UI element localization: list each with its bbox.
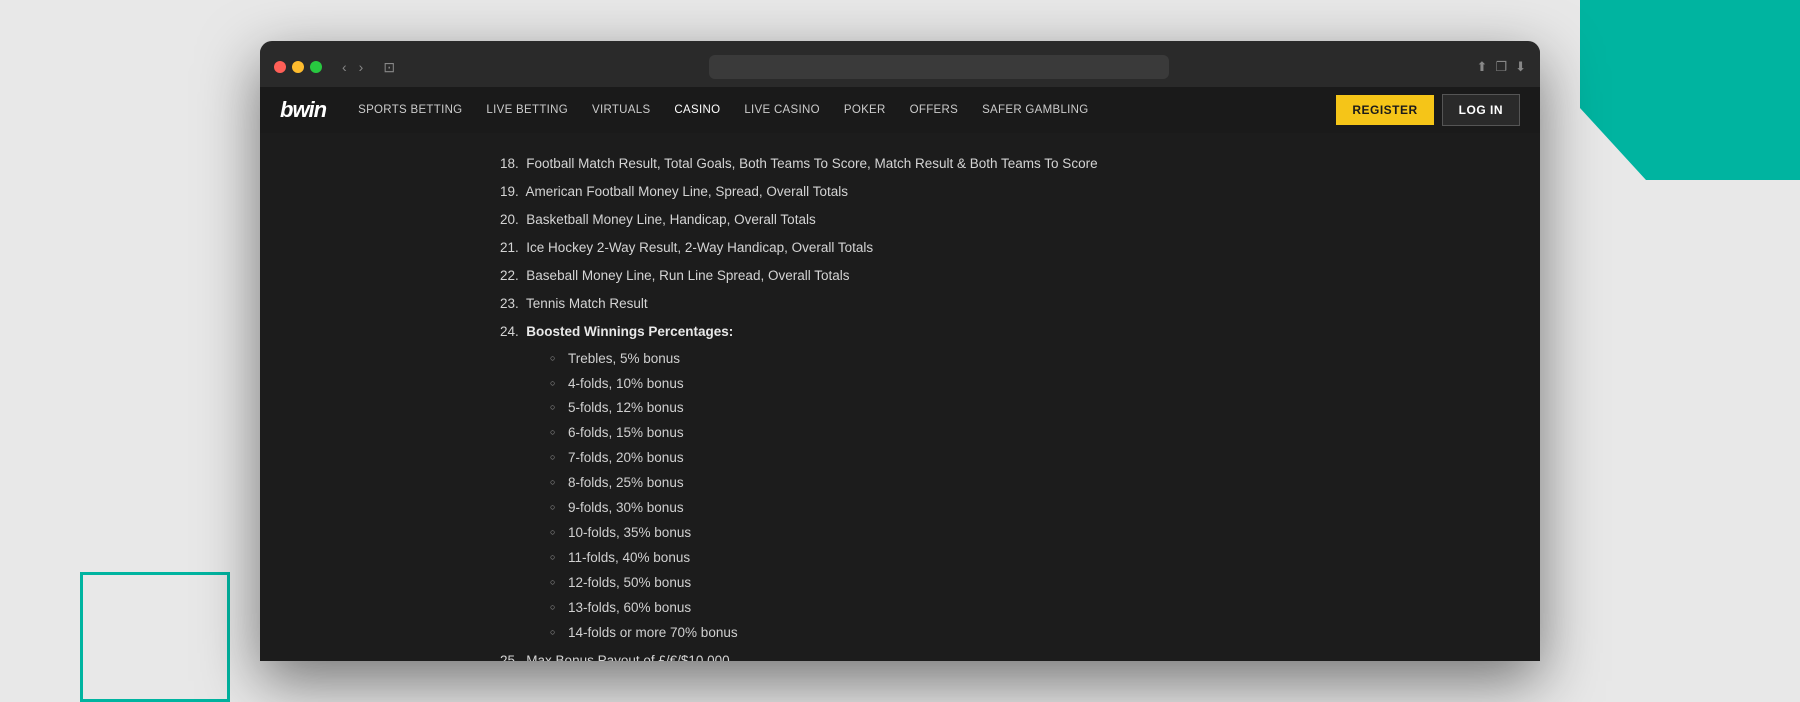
left-sidebar xyxy=(260,133,460,661)
sub-item-9folds: 9-folds, 30% bonus xyxy=(550,497,1420,520)
browser-chrome: ‹ › ⊡ ⬆ ❐ ⬇ bwin SPORTS BETTING LIVE BET… xyxy=(260,41,1540,661)
sub-item-4folds: 4-folds, 10% bonus xyxy=(550,373,1420,396)
share-icon[interactable]: ⬆ xyxy=(1477,59,1488,75)
nav-sports-betting[interactable]: SPORTS BETTING xyxy=(346,104,474,116)
nav-links: SPORTS BETTING LIVE BETTING VIRTUALS CAS… xyxy=(346,104,1336,116)
item-24-num: 24. xyxy=(500,324,523,339)
duplicate-icon[interactable]: ❐ xyxy=(1495,59,1507,75)
item-19-num: 19. xyxy=(500,184,523,199)
browser-title-bar: ‹ › ⊡ ⬆ ❐ ⬇ xyxy=(260,49,1540,87)
nav-live-betting[interactable]: LIVE BETTING xyxy=(474,104,580,116)
item-19-text: American Football Money Line, Spread, Ov… xyxy=(526,184,848,199)
item-24-bold: Boosted Winnings Percentages: xyxy=(526,324,733,339)
boosted-winnings-list: Trebles, 5% bonus 4-folds, 10% bonus 5-f… xyxy=(550,348,1420,645)
list-item-20: 20. Basketball Money Line, Handicap, Ove… xyxy=(500,209,1420,232)
nav-live-casino[interactable]: LIVE CASINO xyxy=(732,104,832,116)
bg-decoration-bottom-left xyxy=(80,572,230,702)
list-item-24: 24. Boosted Winnings Percentages: Treble… xyxy=(500,321,1420,645)
list-item-23: 23. Tennis Match Result xyxy=(500,293,1420,316)
sub-item-12folds: 12-folds, 50% bonus xyxy=(550,572,1420,595)
item-23-num: 23. xyxy=(500,296,523,311)
item-21-text: Ice Hockey 2-Way Result, 2-Way Handicap,… xyxy=(526,240,873,255)
item-21-num: 21. xyxy=(500,240,523,255)
content-area: 18. Football Match Result, Total Goals, … xyxy=(260,133,1540,661)
item-25-num: 25. xyxy=(500,653,523,661)
browser-nav-arrows: ‹ › xyxy=(338,58,367,76)
sub-item-trebles: Trebles, 5% bonus xyxy=(550,348,1420,371)
sub-item-13folds: 13-folds, 60% bonus xyxy=(550,597,1420,620)
browser-actions: ⬆ ❐ ⬇ xyxy=(1477,59,1526,75)
sub-item-8folds: 8-folds, 25% bonus xyxy=(550,472,1420,495)
bg-decoration-top-right xyxy=(1580,0,1800,180)
list-item-18: 18. Football Match Result, Total Goals, … xyxy=(500,153,1420,176)
list-item-19: 19. American Football Money Line, Spread… xyxy=(500,181,1420,204)
sub-item-10folds: 10-folds, 35% bonus xyxy=(550,522,1420,545)
browser-window: ‹ › ⊡ ⬆ ❐ ⬇ bwin SPORTS BETTING LIVE BET… xyxy=(260,41,1540,661)
item-18-num: 18. xyxy=(500,156,523,171)
sub-item-7folds: 7-folds, 20% bonus xyxy=(550,447,1420,470)
register-button[interactable]: REGISTER xyxy=(1336,95,1433,125)
address-bar[interactable] xyxy=(709,55,1169,79)
download-icon[interactable]: ⬇ xyxy=(1515,59,1526,75)
list-item-22: 22. Baseball Money Line, Run Line Spread… xyxy=(500,265,1420,288)
main-content: 18. Football Match Result, Total Goals, … xyxy=(460,133,1460,661)
item-22-text: Baseball Money Line, Run Line Spread, Ov… xyxy=(526,268,849,283)
forward-button[interactable]: › xyxy=(355,58,368,76)
list-item-25: 25. Max Bonus Payout of £/€/$10,000 xyxy=(500,650,1420,661)
sub-item-5folds: 5-folds, 12% bonus xyxy=(550,397,1420,420)
sub-item-6folds: 6-folds, 15% bonus xyxy=(550,422,1420,445)
sub-item-11folds: 11-folds, 40% bonus xyxy=(550,547,1420,570)
login-button[interactable]: LOG IN xyxy=(1442,94,1520,126)
item-22-num: 22. xyxy=(500,268,523,283)
nav-offers[interactable]: OFFERS xyxy=(898,104,970,116)
item-18-text: Football Match Result, Total Goals, Both… xyxy=(526,156,1097,171)
nav-poker[interactable]: POKER xyxy=(832,104,898,116)
nav-casino[interactable]: CASINO xyxy=(662,104,732,116)
item-23-text: Tennis Match Result xyxy=(526,296,648,311)
traffic-light-yellow[interactable] xyxy=(292,61,304,73)
bwin-logo: bwin xyxy=(280,97,326,123)
traffic-light-green[interactable] xyxy=(310,61,322,73)
site-navbar: bwin SPORTS BETTING LIVE BETTING VIRTUAL… xyxy=(260,87,1540,133)
list-item-21: 21. Ice Hockey 2-Way Result, 2-Way Handi… xyxy=(500,237,1420,260)
rules-list: 18. Football Match Result, Total Goals, … xyxy=(500,153,1420,661)
item-25-text: Max Bonus Payout of £/€/$10,000 xyxy=(526,653,729,661)
right-sidebar xyxy=(1460,133,1540,661)
item-20-num: 20. xyxy=(500,212,523,227)
sub-item-14folds: 14-folds or more 70% bonus xyxy=(550,622,1420,645)
nav-virtuals[interactable]: VIRTUALS xyxy=(580,104,662,116)
nav-safer-gambling[interactable]: SAFER GAMBLING xyxy=(970,104,1100,116)
traffic-lights xyxy=(274,61,322,73)
back-button[interactable]: ‹ xyxy=(338,58,351,76)
tab-view-button[interactable]: ⊡ xyxy=(377,57,401,78)
nav-actions: REGISTER LOG IN xyxy=(1336,94,1520,126)
traffic-light-red[interactable] xyxy=(274,61,286,73)
item-20-text: Basketball Money Line, Handicap, Overall… xyxy=(526,212,815,227)
address-bar-wrapper xyxy=(411,55,1466,79)
